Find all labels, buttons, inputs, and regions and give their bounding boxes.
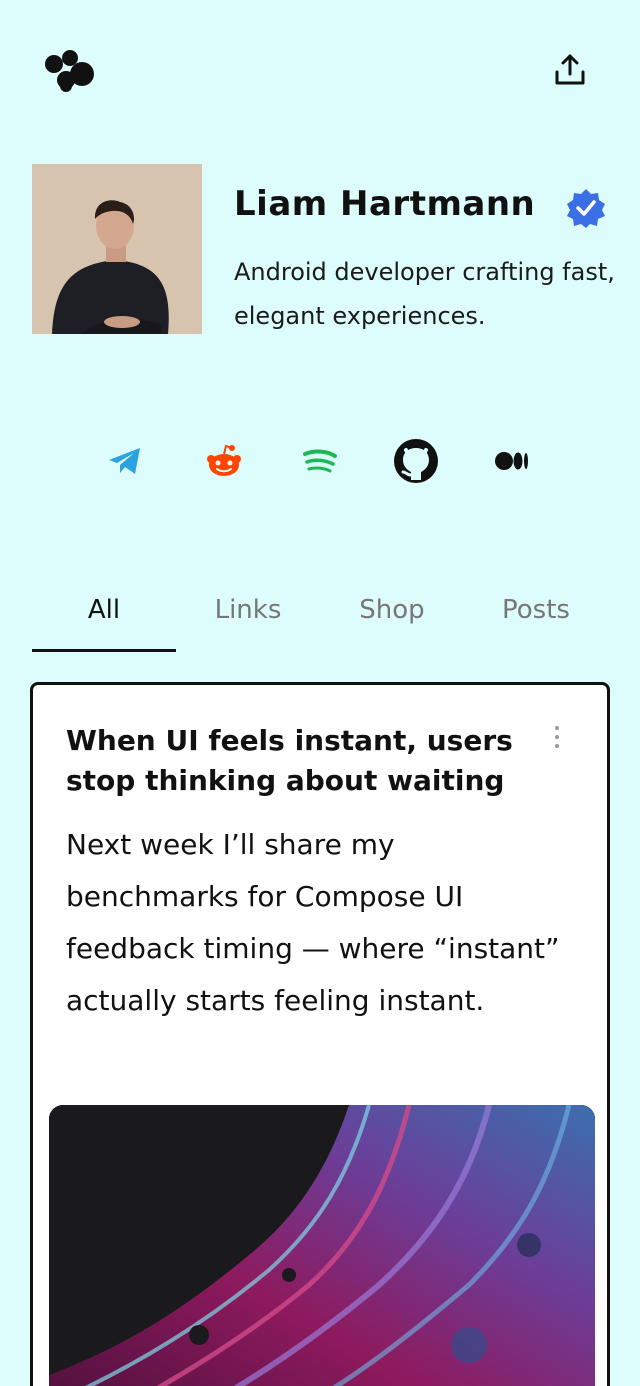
profile-name: Liam Hartmann xyxy=(234,184,536,224)
tab-all[interactable]: All xyxy=(32,584,176,650)
tab-posts[interactable]: Posts xyxy=(464,584,608,650)
avatar xyxy=(32,164,202,334)
post-body: Next week I’ll share my benchmarks for C… xyxy=(66,828,560,1017)
post-title: When UI feels instant, users stop thinki… xyxy=(66,724,513,797)
more-options-icon[interactable] xyxy=(547,723,567,753)
profile-page: Liam Hartmann Android developer crafting… xyxy=(0,0,640,1386)
verified-badge-icon xyxy=(565,187,607,229)
reddit-icon[interactable] xyxy=(199,436,249,486)
spotify-icon[interactable] xyxy=(295,436,345,486)
tab-shop[interactable]: Shop xyxy=(320,584,464,650)
telegram-icon[interactable] xyxy=(100,436,150,486)
app-logo-icon[interactable] xyxy=(44,50,96,92)
share-icon[interactable] xyxy=(552,52,588,88)
tab-links[interactable]: Links xyxy=(176,584,320,650)
post-image[interactable] xyxy=(49,1105,595,1386)
social-links xyxy=(0,436,640,486)
medium-icon[interactable] xyxy=(487,436,537,486)
post-card[interactable]: When UI feels instant, users stop thinki… xyxy=(30,682,610,1386)
active-tab-indicator xyxy=(32,649,176,652)
content-tabs: All Links Shop Posts xyxy=(32,584,608,652)
profile-bio: Android developer crafting fast, elegant… xyxy=(234,258,615,330)
github-icon[interactable] xyxy=(391,436,441,486)
